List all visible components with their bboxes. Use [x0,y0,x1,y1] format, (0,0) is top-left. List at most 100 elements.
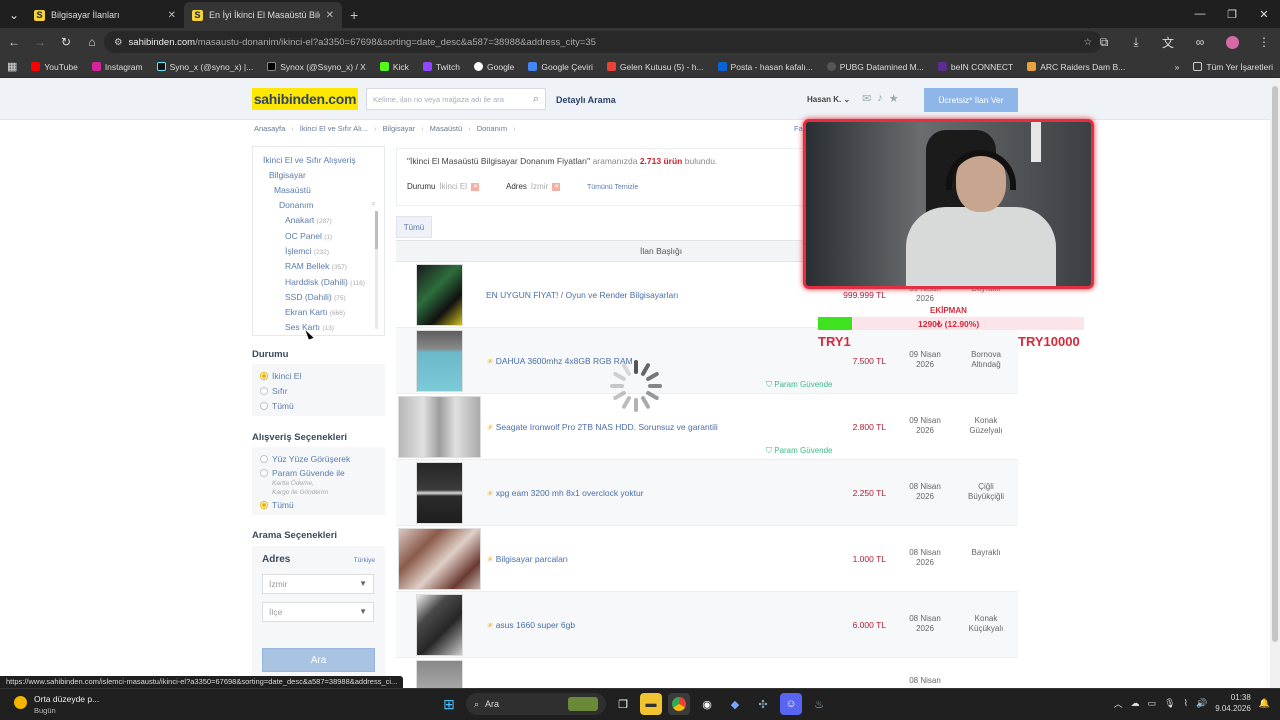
category-item[interactable]: Harddisk (Dahili) (116) [285,277,365,287]
vpn-icon[interactable]: ◆ [724,693,746,715]
address-bar[interactable]: ⚙ sahibinden.com /masaustu-donanim/ikinc… [104,31,1102,53]
tray-overflow-icon[interactable]: ︿ [1114,697,1123,710]
category-parent[interactable]: Masaüstü [274,185,311,195]
close-tab-icon[interactable]: ✕ [326,10,334,21]
alisveris-option[interactable]: Param Güvende ile [260,468,345,478]
category-item[interactable]: Ekran Kartı (666) [285,307,345,317]
durum-option[interactable]: Tümü [260,401,294,411]
close-window-icon[interactable]: ✕ [1248,0,1280,28]
bookmark-kick[interactable]: Kick [373,62,416,72]
menu-icon[interactable]: ⋮ [1252,30,1276,54]
table-row[interactable]: ✳ asus 1660 super 6gb 6.000 TL 08 Nisan 20… [396,592,1018,658]
reload-icon[interactable]: ↻ [54,30,78,54]
file-explorer-icon[interactable]: ▬ [640,693,662,715]
listing-title[interactable]: ✳ Bilgisayar parcaları [486,554,568,564]
table-row[interactable]: ✳ Bilgisayar parcaları 1.000 TL 08 Nisan 2… [396,526,1018,592]
listing-thumbnail[interactable] [416,264,463,326]
minimize-icon[interactable]: — [1184,0,1216,28]
user-menu[interactable]: Hasan K. ⌄ [807,95,850,104]
clock[interactable]: 01:38 9.04.2026 [1215,692,1251,714]
site-logo[interactable]: sahibinden.com [252,88,358,110]
remove-filter-icon[interactable]: ✕ [471,182,480,191]
listing-title[interactable]: ✳ xpg eam 3200 mh 8x1 overclock yoktur [486,488,644,498]
site-info-icon[interactable]: ⚙ [114,37,123,48]
tab-en-iyi-ikinci-el[interactable]: S En İyi İkinci El Masaüstü Bilgisa... ✕ [184,2,342,28]
start-icon[interactable]: ⊞ [438,693,460,715]
listing-title[interactable]: EN UYGUN FİYAT! / Oyun ve Render Bilgisa… [486,290,678,300]
clear-all-link[interactable]: Tümünü Temizle [587,184,638,191]
bookmark-youtube[interactable]: YouTube [24,62,84,72]
district-select[interactable]: İlçe ▼ [262,602,374,622]
network-app-icon[interactable]: ✣ [752,693,774,715]
table-row[interactable]: 08 Nisan [396,658,1018,688]
notification-bell-icon[interactable]: 🔔 [1259,698,1270,709]
taskbar-search[interactable]: ⌕ Ara [466,693,606,715]
extensions-icon[interactable]: ⧉ [1092,30,1116,54]
home-icon[interactable]: ⌂ [80,30,104,54]
category-current[interactable]: Donanım [279,200,314,210]
download-icon[interactable]: ⤓ [1124,30,1148,54]
close-tab-icon[interactable]: ✕ [168,10,176,21]
search-icon[interactable]: ⌕ [372,199,376,209]
durum-option[interactable]: İkinci El [260,371,301,381]
listing-thumbnail[interactable] [416,660,463,688]
listing-title[interactable]: ✳ asus 1660 super 6gb [486,620,575,630]
bookmark-bein[interactable]: beIN CONNECT [931,62,1020,72]
apps-icon[interactable]: ▦ [0,60,24,73]
listing-thumbnail[interactable] [398,396,481,458]
detailed-search-link[interactable]: Detaylı Arama [556,95,616,105]
search-input[interactable]: Kelime, ilan no veya mağaza adı ile ara … [366,88,546,110]
chrome-icon[interactable] [668,693,690,715]
listing-title[interactable]: ✳ Seagate Ironwolf Pro 2TB NAS HDD. Sorun… [486,422,718,432]
table-row[interactable]: ✳ xpg eam 3200 mh 8x1 overclock yoktur 2.… [396,460,1018,526]
steam-icon[interactable]: ♨ [808,693,830,715]
translate-icon[interactable]: 文 [1156,30,1180,54]
tab-bilgisayar-ilanlari[interactable]: S Bilgisayar İlanları ✕ [26,2,184,28]
listing-thumbnail[interactable] [398,528,481,590]
alisveris-option[interactable]: Yüz Yüze Görüşerek [260,454,350,464]
table-row[interactable]: ✳ DAHUA 3600mhz 4x8GB RGB RAM ⛉ Param Güv… [396,328,1018,394]
bookmark-instagram[interactable]: Instagram [85,62,150,72]
bookmark-google-translate[interactable]: Google Çeviri [521,62,600,72]
listing-thumbnail[interactable] [416,330,463,392]
link-icon[interactable]: ∞ [1188,30,1212,54]
tab-search-icon[interactable]: ⌄ [2,3,26,27]
category-parent[interactable]: Bilgisayar [269,170,306,180]
search-button[interactable]: Ara [262,648,375,672]
category-item[interactable]: İşlemci (232) [285,246,329,256]
breadcrumb-item[interactable]: Donanım [477,124,507,133]
bookmark-posta[interactable]: Posta - hasan kafalı... [711,62,820,72]
listing-thumbnail[interactable] [416,594,463,656]
notifications-icon[interactable]: ♪ [877,92,883,105]
bookmark-gmail[interactable]: Gelen Kutusu (5) - h... [600,62,711,72]
category-item[interactable]: Anakart (287) [285,215,332,225]
bookmark-pubg[interactable]: PUBG Datamined M... [820,62,931,72]
new-tab-icon[interactable]: + [342,2,366,28]
table-row[interactable]: ✳ Seagate Ironwolf Pro 2TB NAS HDD. Sorun… [396,394,1018,460]
onedrive-icon[interactable]: ☁ [1131,698,1140,709]
category-item[interactable]: OC Panel (1) [285,231,332,241]
listing-thumbnail[interactable] [416,462,463,524]
messages-icon[interactable]: ✉ [862,92,871,105]
bookmark-twitch[interactable]: Twitch [416,62,467,72]
category-item[interactable]: SSD (Dahili) (75) [285,292,346,302]
breadcrumb-item[interactable]: Bilgisayar [383,124,416,133]
remove-filter-icon[interactable]: ✕ [552,182,561,191]
task-view-icon[interactable]: ❐ [612,693,634,715]
all-bookmarks[interactable]: Tüm Yer İşaretleri [1186,62,1280,72]
back-icon[interactable]: ← [2,30,26,54]
discord-icon[interactable]: ☺ [780,693,802,715]
breadcrumb-right-link[interactable]: Fa [794,124,803,133]
category-item[interactable]: RAM Bellek (357) [285,261,347,271]
category-scrollbar[interactable] [375,211,378,329]
breadcrumb-item[interactable]: İkinci El ve Sıfır Alı... [300,124,368,133]
favorites-star-icon[interactable]: ★ [889,92,899,105]
alisveris-option[interactable]: Tümü [260,500,294,510]
tab-all[interactable]: Tümü [396,216,432,238]
bookmark-x[interactable]: Synox (@Ssyno_x) / X [260,62,373,72]
search-icon[interactable]: ⌕ [533,93,539,106]
category-parent[interactable]: İkinci El ve Sıfır Alışveriş [263,155,356,165]
restore-icon[interactable]: ❐ [1216,0,1248,28]
country-link[interactable]: Türkiye [354,557,375,564]
weather-widget[interactable]: Orta düzeyde p... Bugün [14,694,99,716]
